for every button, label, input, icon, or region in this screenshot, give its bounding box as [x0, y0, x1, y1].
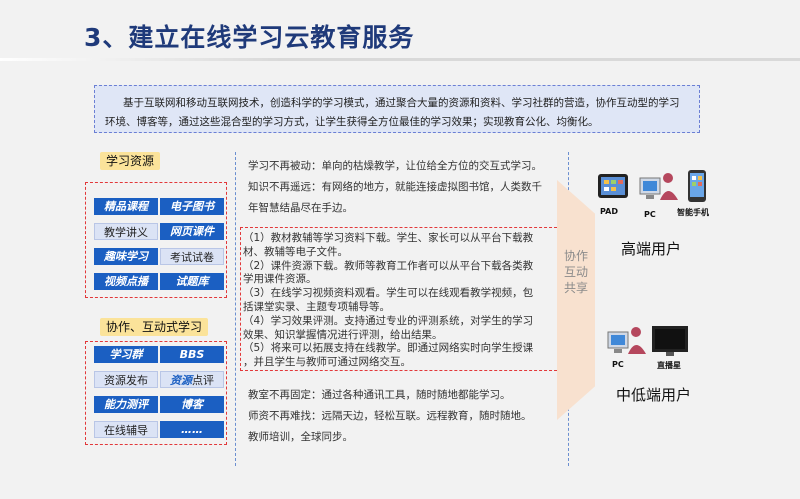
top-line: 年智慧结晶尽在手边。: [248, 202, 353, 214]
resource-item[interactable]: 教学讲义: [94, 223, 158, 240]
resource-item[interactable]: 精品课程: [94, 198, 158, 215]
low-end-users: 中低端用户: [616, 386, 692, 404]
top-line: 学习不再被动：单向的枯燥教学，让位给全方位的交互式学习。: [248, 160, 542, 172]
device-label-pc-low: PC: [612, 360, 624, 369]
top-line: 知识不再遥远：有网络的地方，就能连接虚拟图书馆，人类数千: [248, 181, 542, 193]
num-line: ，并且学生与教师可通过网络交互。: [243, 356, 411, 369]
collab-item[interactable]: 能力测评: [94, 396, 158, 413]
resource-item[interactable]: 视频点播: [94, 273, 158, 290]
tv-icon: [652, 326, 688, 356]
resource-item[interactable]: 趣味学习: [94, 248, 158, 265]
num-line: 括课堂实录、主题专项辅导等。: [243, 301, 390, 313]
device-label-tv: 直播星: [657, 361, 681, 370]
num-line: 材、教辅等电子文件。: [243, 245, 348, 258]
intro-box: 基于互联网和移动互联网技术，创造科学的学习模式，通过聚合大量的资源和资料、学习社…: [94, 85, 700, 133]
device-label-pad: PAD: [600, 207, 618, 216]
num-line: 学用课件资源。: [243, 273, 317, 286]
num-line: （5）将来可以拓展支持在线教学。即通过网络实时向学生授课: [243, 342, 534, 355]
num-line: （3）在线学习视频资料观看。学生可以在线观看教学视频，包: [243, 287, 534, 300]
collab-item-strong-part: 资源: [170, 374, 192, 387]
collab-item[interactable]: 在线辅导: [94, 421, 158, 438]
page-title: 3、建立在线学习云教育服务: [84, 23, 415, 52]
title-divider: [0, 58, 800, 61]
pc-user-icon: [607, 327, 646, 354]
bottom-line: 教室不再固定：通过各种通讯工具，随时随地都能学习。: [248, 389, 511, 401]
tablet-icon: [598, 174, 628, 198]
collab-item[interactable]: BBS: [160, 346, 224, 363]
collab-item[interactable]: 资源发布: [94, 371, 158, 388]
resource-item[interactable]: 试题库: [160, 273, 224, 290]
num-line: 效果、知识掌握情况进行评测，给出结果。: [243, 328, 443, 341]
resource-item[interactable]: 网页课件: [160, 223, 224, 240]
device-label-phone: 智能手机: [677, 208, 709, 217]
bottom-line: 教师培训，全球同步。: [248, 431, 353, 443]
share-arrow-text: 协作互动共享: [563, 249, 588, 295]
smartphone-icon: [688, 170, 706, 202]
device-label-pc: PC: [644, 210, 656, 219]
collab-item[interactable]: 学习群: [94, 346, 158, 363]
share-arrow: [557, 180, 595, 420]
collab-item-rest: 点评: [192, 374, 214, 387]
resource-item[interactable]: 考试试卷: [160, 248, 224, 265]
collab-label: 协作、互动式学习: [100, 318, 209, 336]
collab-item[interactable]: ……: [160, 421, 224, 438]
bottom-line: 师资不再难找：远隔天边，轻松互联。远程教育，随时随地。: [248, 410, 532, 422]
resource-item[interactable]: 电子图书: [160, 198, 224, 215]
num-line: （4）学习效果评测。支持通过专业的评测系统，对学生的学习: [243, 314, 534, 327]
num-line: （2）课件资源下载。教师等教育工作者可以从平台下载各类教: [243, 259, 534, 272]
left-separator: [235, 152, 236, 466]
resources-label: 学习资源: [100, 152, 161, 170]
num-line: （1）教材教辅等学习资料下载。学生、家长可以从平台下载教: [243, 232, 534, 244]
collab-item[interactable]: 博客: [160, 396, 224, 413]
high-end-users: 高端用户: [621, 240, 682, 258]
collab-item[interactable]: 资源点评: [160, 371, 224, 388]
pc-user-icon: [639, 173, 678, 200]
